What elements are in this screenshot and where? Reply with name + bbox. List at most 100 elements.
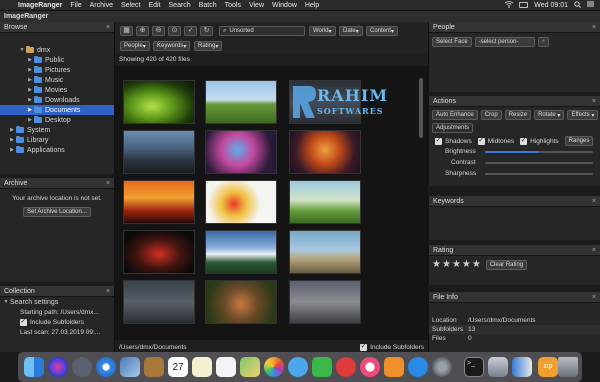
siri-icon[interactable] bbox=[48, 357, 68, 377]
menu-file[interactable]: File bbox=[70, 2, 81, 9]
app-store-icon[interactable] bbox=[408, 357, 428, 377]
disclosure-closed-icon[interactable]: ▶ bbox=[26, 97, 34, 103]
zoom-fit-icon[interactable]: ⊙ bbox=[168, 26, 181, 36]
tree-item-system[interactable]: ▶ System bbox=[0, 125, 114, 135]
star-icon[interactable]: ★ bbox=[432, 259, 441, 270]
search-icon[interactable] bbox=[574, 0, 581, 10]
keywords-filter-button[interactable]: Keywords ▾ bbox=[153, 41, 191, 51]
disclosure-closed-icon[interactable]: ▶ bbox=[8, 147, 16, 153]
tree-item-movies[interactable]: ▶ Movies bbox=[0, 85, 114, 95]
ranges-button[interactable]: Ranges bbox=[564, 136, 594, 146]
facetime-icon[interactable] bbox=[312, 357, 332, 377]
app-menu[interactable]: ImageRanger bbox=[18, 2, 62, 9]
disclosure-closed-icon[interactable]: ▶ bbox=[26, 67, 34, 73]
star-icon[interactable]: ★ bbox=[452, 259, 461, 270]
disclosure-closed-icon[interactable]: ▶ bbox=[26, 117, 34, 123]
tree-item-dmx[interactable]: ▼ dmx bbox=[0, 45, 114, 55]
add-person-button[interactable]: + bbox=[537, 37, 550, 47]
thumbnail[interactable] bbox=[123, 80, 195, 124]
effects-button[interactable]: Effects ▾ bbox=[567, 110, 599, 120]
scanner-icon[interactable] bbox=[488, 357, 508, 377]
thumbnail[interactable] bbox=[289, 130, 361, 174]
rotate-button[interactable]: Rotate ▾ bbox=[534, 110, 565, 120]
menu-view[interactable]: View bbox=[249, 2, 264, 9]
thumbnail[interactable] bbox=[289, 230, 361, 274]
disclosure-closed-icon[interactable]: ▶ bbox=[26, 107, 34, 113]
checkbox-checked-icon[interactable] bbox=[20, 317, 27, 326]
photo-viewer-icon[interactable] bbox=[120, 357, 140, 377]
midtones-option[interactable]: Midtones bbox=[477, 136, 514, 145]
safari-icon[interactable] bbox=[96, 357, 116, 377]
tree-item-pictures[interactable]: ▶ Pictures bbox=[0, 65, 114, 75]
menu-help[interactable]: Help bbox=[305, 2, 319, 9]
menu-window[interactable]: Window bbox=[272, 2, 297, 9]
checkbox-checked-icon[interactable] bbox=[435, 136, 442, 145]
disclosure-closed-icon[interactable]: ▶ bbox=[26, 87, 34, 93]
shadows-option[interactable]: Shadows bbox=[435, 136, 472, 145]
menu-search[interactable]: Search bbox=[169, 2, 191, 9]
photos-icon[interactable] bbox=[264, 357, 284, 377]
include-subfolders-toggle[interactable]: Include Subfolders bbox=[360, 342, 424, 351]
terminal-icon[interactable]: >_ bbox=[464, 357, 484, 377]
close-icon[interactable]: × bbox=[106, 24, 110, 31]
checkbox-checked-icon[interactable] bbox=[477, 136, 485, 145]
disclosure-open-icon[interactable]: ▼ bbox=[2, 299, 10, 305]
trash-icon[interactable] bbox=[558, 357, 578, 377]
refresh-icon[interactable]: ↻ bbox=[200, 26, 213, 36]
messages-icon[interactable] bbox=[288, 357, 308, 377]
close-icon[interactable]: × bbox=[106, 180, 110, 187]
thumbnail[interactable] bbox=[205, 230, 277, 274]
music-icon[interactable] bbox=[360, 357, 380, 377]
calendar-icon[interactable]: 27 bbox=[168, 357, 188, 377]
thumbnail[interactable] bbox=[205, 130, 277, 174]
thumbnail[interactable] bbox=[205, 280, 277, 324]
books-icon[interactable] bbox=[384, 357, 404, 377]
imageranger-icon[interactable] bbox=[512, 357, 532, 377]
checkbox-checked-icon[interactable] bbox=[520, 136, 528, 145]
auto-enhance-button[interactable]: Auto Enhance bbox=[432, 110, 478, 120]
include-subfolders-option[interactable]: Include Subfolders bbox=[0, 317, 114, 327]
tree-item-applications[interactable]: ▶ Applications bbox=[0, 145, 114, 155]
tree-item-library[interactable]: ▶ Library bbox=[0, 135, 114, 145]
zoom-out-icon[interactable]: ⊖ bbox=[152, 26, 165, 36]
reminders-icon[interactable] bbox=[216, 357, 236, 377]
tree-item-public[interactable]: ▶ Public bbox=[0, 55, 114, 65]
tree-item-desktop[interactable]: ▶ Desktop bbox=[0, 115, 114, 125]
finder-icon[interactable] bbox=[24, 357, 44, 377]
disclosure-closed-icon[interactable]: ▶ bbox=[8, 137, 16, 143]
tree-item-downloads[interactable]: ▶ Downloads bbox=[0, 95, 114, 105]
disclosure-closed-icon[interactable]: ▶ bbox=[8, 127, 16, 133]
thumbnail[interactable] bbox=[123, 180, 195, 224]
thumbnail[interactable] bbox=[205, 80, 277, 124]
system-preferences-icon[interactable] bbox=[432, 357, 452, 377]
tree-item-documents[interactable]: ▶ Documents bbox=[0, 105, 114, 115]
menu-tools[interactable]: Tools bbox=[225, 2, 241, 9]
grid-scrollbar[interactable] bbox=[419, 78, 423, 138]
check-icon[interactable]: ✓ bbox=[184, 26, 197, 36]
star-icon[interactable]: ★ bbox=[472, 259, 481, 270]
crop-button[interactable]: Crop bbox=[480, 110, 502, 120]
disclosure-closed-icon[interactable]: ▶ bbox=[26, 77, 34, 83]
notes-icon[interactable] bbox=[192, 357, 212, 377]
battery-icon[interactable] bbox=[519, 2, 529, 8]
sharpness-slider[interactable] bbox=[485, 173, 593, 175]
checkbox-checked-icon[interactable] bbox=[360, 342, 368, 351]
close-icon[interactable]: × bbox=[106, 288, 110, 295]
grid-view-icon[interactable]: ▦ bbox=[120, 26, 133, 36]
no-entry-icon[interactable] bbox=[336, 357, 356, 377]
maps-icon[interactable] bbox=[240, 357, 260, 377]
thumbnail[interactable] bbox=[289, 180, 361, 224]
rating-filter-button[interactable]: Rating ▾ bbox=[194, 41, 223, 51]
world-filter-button[interactable]: World ▾ bbox=[309, 26, 336, 36]
select-face-button[interactable]: Select Face bbox=[432, 37, 472, 47]
thumbnail[interactable] bbox=[123, 280, 195, 324]
resize-button[interactable]: Resize bbox=[504, 110, 532, 120]
select-person-dropdown[interactable]: -select person- bbox=[474, 37, 535, 47]
thumbnail[interactable] bbox=[289, 280, 361, 324]
close-icon[interactable]: × bbox=[592, 294, 596, 301]
tab-adjustments[interactable]: Adjustments bbox=[432, 123, 474, 133]
people-filter-button[interactable]: People ▾ bbox=[120, 41, 150, 51]
clock-text[interactable]: Wed 09:01 bbox=[534, 2, 568, 9]
close-icon[interactable]: × bbox=[592, 24, 596, 31]
date-filter-button[interactable]: Date ▾ bbox=[339, 26, 363, 36]
